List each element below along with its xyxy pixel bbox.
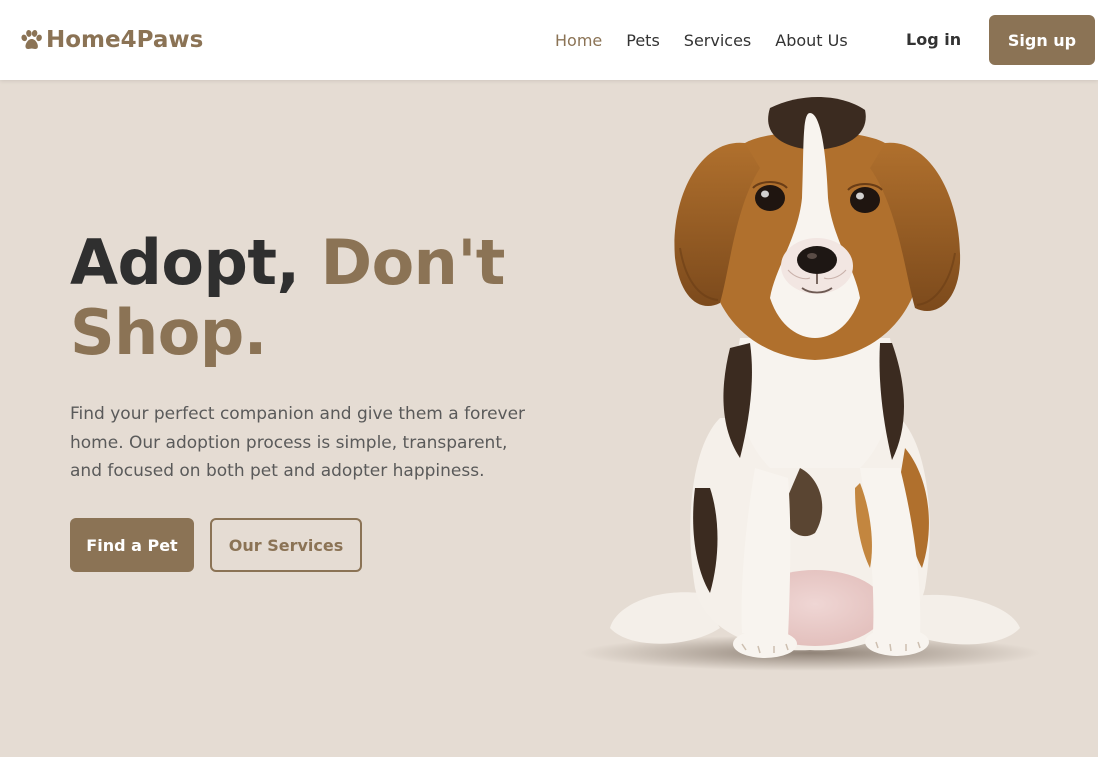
our-services-button[interactable]: Our Services: [210, 518, 362, 572]
logo-text: Home4Paws: [46, 27, 204, 53]
hero-headline: Adopt, Don't Shop.: [70, 228, 550, 368]
signup-button[interactable]: Sign up: [989, 15, 1095, 65]
site-header: Home4Paws Home Pets Services About Us Lo…: [0, 0, 1098, 80]
login-link[interactable]: Log in: [906, 28, 961, 52]
hero-description: Find your perfect companion and give the…: [70, 404, 526, 481]
beagle-puppy-image: [570, 88, 1050, 678]
paw-icon: [19, 28, 44, 53]
nav-item-home[interactable]: Home: [555, 31, 602, 50]
nav-item-about-us[interactable]: About Us: [775, 31, 847, 50]
find-a-pet-button[interactable]: Find a Pet: [70, 518, 194, 572]
nav-item-pets[interactable]: Pets: [626, 31, 660, 50]
nav-item-services[interactable]: Services: [684, 31, 751, 50]
headline-adopt: Adopt,: [70, 226, 321, 299]
hero-section: Adopt, Don't Shop. Find your perfect com…: [0, 80, 1098, 757]
main-nav: Home Pets Services About Us: [555, 28, 848, 52]
logo[interactable]: Home4Paws: [19, 24, 203, 56]
